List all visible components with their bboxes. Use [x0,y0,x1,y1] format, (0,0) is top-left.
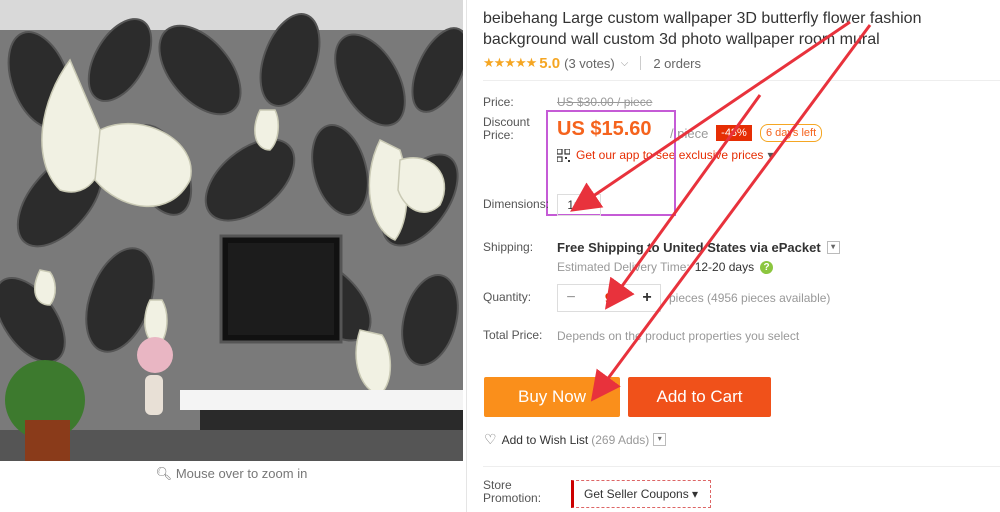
discount-price-label: Discount Price: [483,115,530,142]
store-promotion-label: Store Promotion: [483,478,542,505]
shipping-method-text: Free Shipping to United States via ePack… [557,240,821,255]
separator [640,56,642,70]
product-title: beibehang Large custom wallpaper 3D butt… [483,10,922,48]
add-to-cart-button[interactable]: Add to Cart [628,377,771,417]
delivery-label: Estimated Delivery Time: [557,260,690,274]
divider [483,80,1000,81]
dimension-option[interactable]: 1m2 [557,194,601,216]
quantity-available: pieces (4956 pieces available) [669,291,831,305]
rating-score: 5.0 [539,54,561,72]
shipping-label: Shipping: [483,240,534,254]
quantity-stepper: − 9 + [557,284,661,312]
chevron-down-icon[interactable]: ⌵ [621,58,629,69]
divider [483,466,1000,467]
rating-stars: ★★★★★ [483,55,537,70]
orders-count: 2 orders [653,55,702,71]
chevron-down-icon[interactable]: ▾ [653,433,667,446]
heart-icon: ♡ [484,431,497,447]
zoom-hint: 🔍︎ Mouse over to zoom in [0,461,463,487]
decrease-quantity-button[interactable]: − [558,289,584,307]
total-price-label: Total Price: [483,328,543,342]
delivery-estimate: Estimated Delivery Time: 12-20 days ? [557,260,774,274]
zoom-hint-text: Mouse over to zoom in [175,466,308,481]
chevron-down-icon[interactable]: ▾ [826,241,840,254]
add-to-wishlist[interactable]: ♡ Add to Wish List (269 Adds) ▾ [484,431,667,448]
discount-badge: -48% [716,125,752,141]
delivery-value: 12-20 days [694,260,755,274]
price-label: Price: [483,95,514,109]
divider [466,0,467,512]
increase-quantity-button[interactable]: + [634,289,660,307]
help-icon[interactable]: ? [760,260,774,274]
total-price-value: Depends on the product properties you se… [557,329,800,343]
rating-row: ★★★★★ 5.0 (3 votes) ⌵ 2 orders [483,54,701,72]
wallpaper-room-illustration [0,0,463,461]
wishlist-label: Add to Wish List [501,432,589,447]
dimensions-label: Dimensions: [483,197,550,211]
days-left-badge: 6 days left [760,124,823,142]
wishlist-count: (269 Adds) [591,432,650,447]
magnifier-icon: 🔍︎ [155,466,173,481]
buy-now-button[interactable]: Buy Now [484,377,620,417]
original-price: US $30.00 / piece [557,95,653,109]
seller-coupons-dropdown[interactable]: Get Seller Coupons ▾ [571,480,711,508]
shipping-method[interactable]: Free Shipping to United States via ePack… [557,240,840,255]
quantity-label: Quantity: [483,290,532,304]
quantity-input[interactable]: 9 [584,290,634,307]
product-image[interactable] [0,0,463,461]
caret-down-icon: ▾ [767,148,774,162]
votes-link[interactable]: (3 votes) [564,56,615,71]
